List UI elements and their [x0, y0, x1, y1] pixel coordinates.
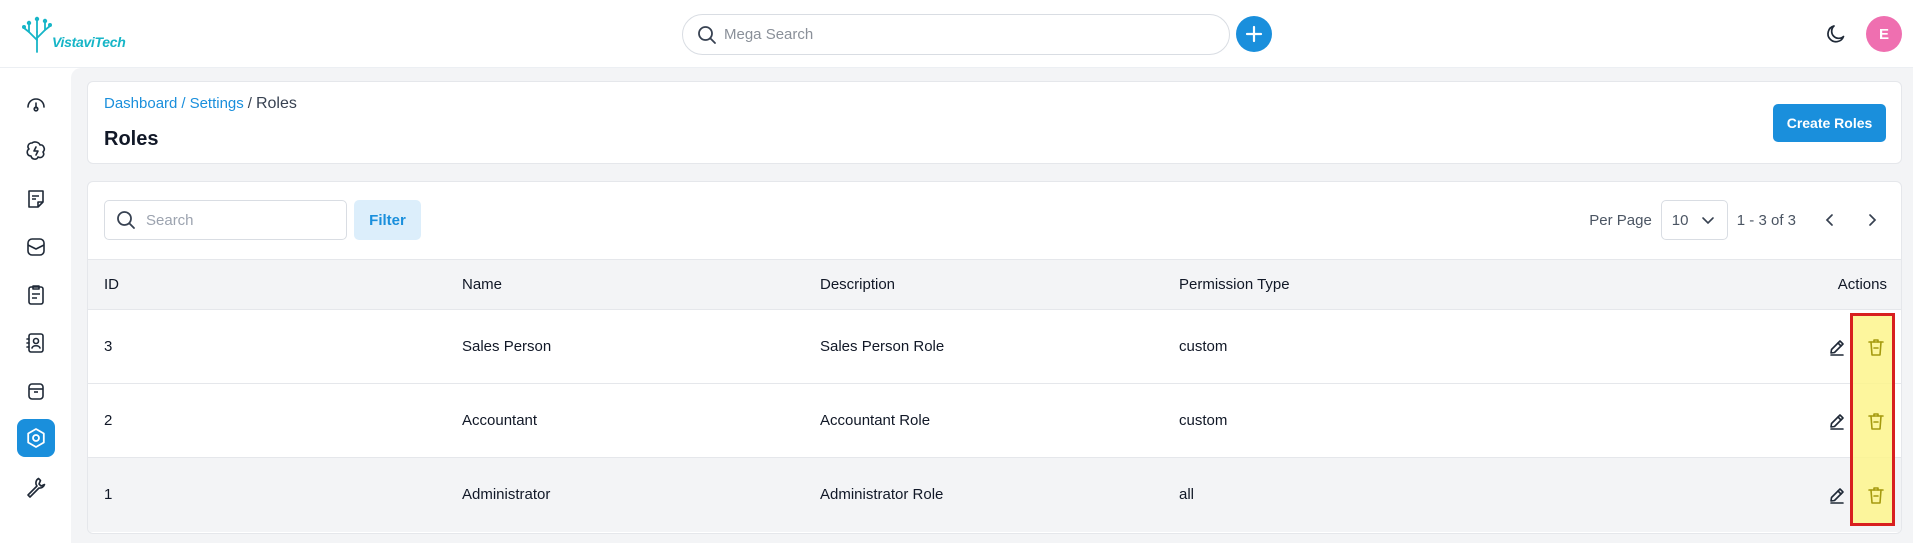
per-page-select[interactable]: 10	[1660, 200, 1728, 240]
cell-id: 3	[104, 338, 113, 355]
column-header-permission-type[interactable]: Permission Type	[1179, 260, 1539, 310]
gauge-icon	[27, 98, 45, 112]
delete-icon[interactable]	[1865, 484, 1887, 506]
edit-icon[interactable]	[1827, 337, 1847, 357]
sidebar-item-ai[interactable]	[17, 132, 55, 170]
sidebar-item-archive[interactable]	[17, 372, 55, 410]
next-page-button[interactable]	[1858, 206, 1886, 234]
theme-toggle-button[interactable]	[1824, 22, 1848, 46]
brand-name: VistaviTech	[52, 34, 126, 50]
sidebar-item-dashboard[interactable]	[17, 84, 55, 122]
table-row[interactable]: 2 Accountant Accountant Role custom	[88, 384, 1901, 458]
breadcrumb-separator: /	[247, 95, 252, 112]
edit-icon[interactable]	[1827, 411, 1847, 431]
cell-name: Administrator	[462, 486, 551, 504]
cell-actions	[1539, 384, 1901, 458]
sidebar-item-contacts[interactable]	[17, 324, 55, 362]
clipboard-icon	[28, 285, 44, 305]
chevron-right-icon	[1869, 214, 1877, 226]
sidebar-item-settings[interactable]	[17, 419, 55, 457]
table-search-box[interactable]	[104, 200, 347, 240]
page-range-text: 1 - 3 of 3	[1736, 211, 1796, 229]
user-avatar[interactable]: E	[1866, 16, 1902, 52]
breadcrumb-current: Roles	[255, 95, 297, 112]
table-search-input[interactable]	[146, 211, 336, 229]
column-header-description[interactable]: Description	[820, 260, 1179, 310]
roles-table: ID Name Description Permission Type Acti…	[88, 259, 1901, 532]
table-row[interactable]: 1 Administrator Administrator Role all	[88, 457, 1901, 532]
sidebar-item-mail[interactable]	[17, 228, 55, 266]
cell-description: Administrator Role	[820, 486, 944, 504]
page-header: Dashboard / Settings / Roles Roles Creat…	[87, 81, 1902, 164]
cell-id: 1	[104, 486, 113, 504]
per-page-label: Per Page	[1589, 211, 1652, 229]
roles-table-card: Filter Per Page 10 1 - 3 of 3 ID Name De…	[87, 181, 1902, 534]
cell-description: Accountant Role	[820, 412, 931, 429]
cell-permission-type: custom	[1179, 412, 1228, 429]
mega-search-input[interactable]	[724, 26, 1204, 43]
cell-actions	[1539, 310, 1901, 384]
contacts-icon	[26, 333, 44, 353]
column-header-name[interactable]: Name	[462, 260, 820, 310]
logo-tree-icon	[22, 16, 52, 53]
mail-icon	[27, 238, 45, 256]
settings-icon	[27, 428, 45, 448]
sidebar-item-tasks[interactable]	[17, 276, 55, 314]
create-roles-button[interactable]: Create Roles	[1773, 104, 1886, 142]
filter-button[interactable]: Filter	[354, 200, 421, 240]
cell-name: Sales Person	[462, 338, 552, 355]
wrench-icon	[27, 477, 46, 498]
mega-search-box[interactable]	[682, 14, 1230, 55]
column-header-id[interactable]: ID	[88, 260, 462, 310]
table-header-row: ID Name Description Permission Type Acti…	[88, 259, 1901, 310]
sidebar-item-notes[interactable]	[17, 180, 55, 218]
top-bar: VistaviTech E	[0, 0, 1913, 68]
chevron-down-icon	[1701, 217, 1714, 225]
cell-description: Sales Person Role	[820, 338, 945, 355]
page-title: Roles	[104, 128, 159, 150]
cell-id: 2	[104, 412, 113, 429]
breadcrumb-separator: /	[181, 95, 186, 112]
edit-icon[interactable]	[1827, 485, 1847, 505]
delete-icon[interactable]	[1865, 410, 1887, 432]
sidebar-item-tools[interactable]	[17, 468, 55, 506]
cell-permission-type: custom	[1179, 338, 1228, 355]
delete-icon[interactable]	[1865, 336, 1887, 358]
chevron-left-icon	[1825, 214, 1833, 226]
pagination: Per Page 10 1 - 3 of 3	[1589, 200, 1886, 240]
plus-icon	[1245, 25, 1263, 43]
archive-icon	[28, 383, 44, 400]
cell-permission-type: all	[1179, 486, 1195, 504]
breadcrumb: Dashboard / Settings / Roles	[104, 95, 297, 113]
search-icon	[116, 210, 136, 230]
per-page-value: 10	[1671, 211, 1689, 229]
cell-actions	[1539, 458, 1901, 532]
breadcrumb-settings[interactable]: Settings	[190, 95, 244, 113]
brand-logo[interactable]: VistaviTech	[20, 14, 130, 54]
search-icon	[696, 24, 718, 46]
moon-icon	[1827, 25, 1845, 43]
breadcrumb-dashboard[interactable]: Dashboard	[104, 95, 177, 113]
column-header-actions: Actions	[1837, 276, 1887, 293]
previous-page-button[interactable]	[1816, 206, 1844, 234]
cell-name: Accountant	[462, 412, 538, 429]
note-icon	[28, 190, 44, 208]
quick-add-button[interactable]	[1236, 16, 1272, 52]
ai-icon	[26, 141, 46, 160]
table-row[interactable]: 3 Sales Person Sales Person Role custom	[88, 310, 1901, 384]
sidebar	[0, 68, 70, 543]
